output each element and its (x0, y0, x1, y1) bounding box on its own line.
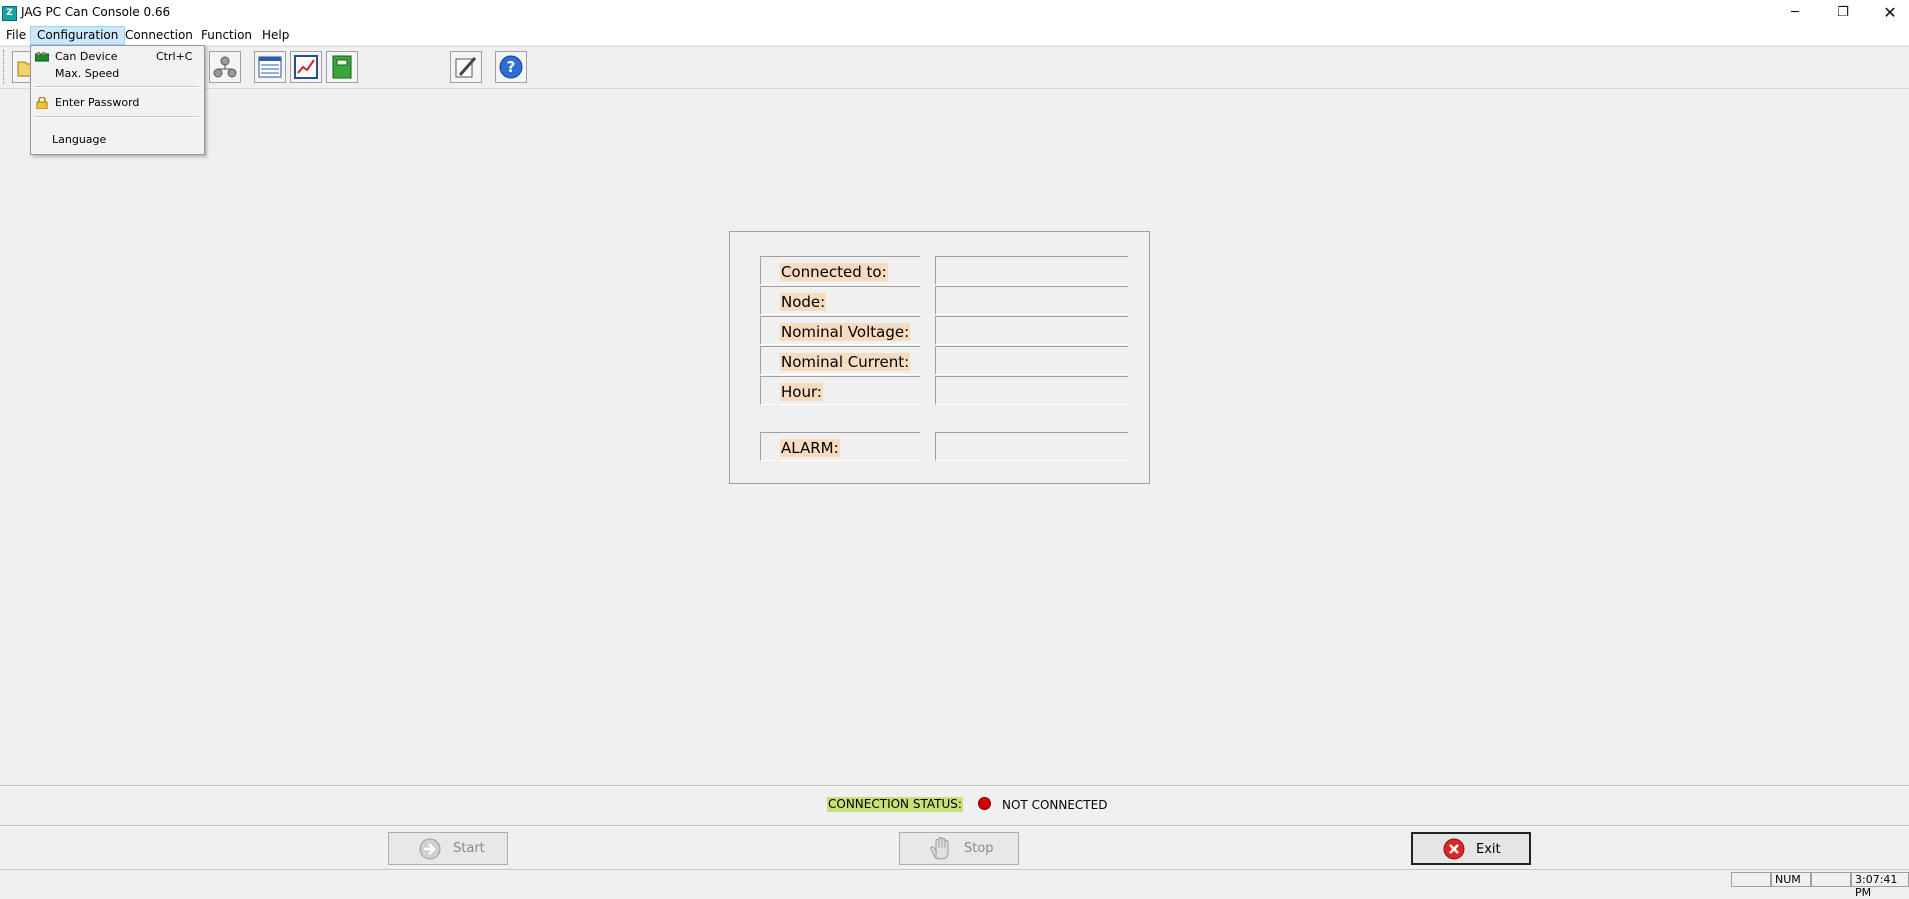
lock-icon (36, 97, 48, 109)
help-icon: ? (499, 55, 523, 79)
network-nodes-icon (213, 56, 237, 78)
connected-to-label: Connected to: (780, 263, 888, 281)
menu-configuration[interactable]: Configuration (30, 26, 126, 45)
configuration-dropdown: Can Device Ctrl+C Max. Speed Enter Passw… (30, 45, 205, 155)
hour-value (935, 376, 1128, 405)
connected-to-value (935, 256, 1128, 285)
node-row: Node: (760, 286, 920, 315)
menu-help[interactable]: Help (256, 27, 295, 44)
toolbar-grip[interactable] (3, 50, 7, 84)
node-label: Node: (780, 293, 827, 311)
divider (0, 825, 1909, 827)
status-pane-scroll (1811, 872, 1851, 887)
menu-separator (35, 116, 199, 118)
title-bar: Z JAG PC Can Console 0.66 ─ ❐ ✕ (0, 0, 1909, 25)
nominal-current-value (935, 346, 1128, 375)
connection-status-text: NOT CONNECTED (1002, 798, 1108, 812)
device-info-panel: Connected to: Node: Nominal Voltage: Nom… (729, 231, 1150, 484)
svg-text:?: ? (507, 58, 516, 76)
status-pane-caps (1731, 872, 1771, 887)
can-device-icon (35, 52, 49, 62)
max-speed-label: Max. Speed (55, 67, 120, 80)
nominal-voltage-label: Nominal Voltage: (780, 323, 911, 341)
nominal-voltage-row: Nominal Voltage: (760, 316, 920, 345)
stop-button[interactable]: Stop (899, 832, 1019, 865)
network-nodes-button[interactable] (209, 51, 241, 83)
connection-status-label: CONNECTION STATUS: (827, 797, 963, 812)
app-logo-icon: Z (2, 6, 17, 21)
restore-button[interactable]: ❐ (1820, 0, 1866, 25)
can-device-shortcut: Ctrl+C (156, 50, 193, 63)
stop-hand-icon (930, 837, 949, 860)
list-window-button[interactable] (254, 51, 286, 83)
green-book-button[interactable] (326, 51, 358, 83)
alarm-row: ALARM: (760, 432, 920, 461)
status-pane-time: 3:07:41 PM (1851, 872, 1909, 899)
close-button[interactable]: ✕ (1867, 0, 1909, 25)
menu-item-language[interactable]: Language (31, 131, 204, 149)
start-arrow-icon (419, 838, 441, 860)
menu-connection[interactable]: Connection (119, 27, 199, 44)
stop-label: Stop (964, 841, 994, 856)
green-book-icon (332, 55, 352, 79)
alarm-value (935, 432, 1128, 461)
menu-item-max-speed[interactable]: Max. Speed (31, 65, 204, 83)
help-button[interactable]: ? (495, 51, 527, 83)
menu-file[interactable]: File (0, 27, 32, 44)
menu-item-enter-password[interactable]: Enter Password (31, 94, 204, 112)
divider (0, 785, 1909, 787)
exit-x-icon (1443, 838, 1465, 860)
chart-button[interactable] (290, 51, 322, 83)
chart-icon (294, 55, 318, 79)
nominal-voltage-value (935, 316, 1128, 345)
enter-password-label: Enter Password (55, 96, 140, 109)
nominal-current-row: Nominal Current: (760, 346, 920, 375)
edit-pencil-icon (455, 57, 477, 78)
status-pane-num: NUM (1771, 872, 1811, 887)
menu-item-can-device[interactable]: Can Device Ctrl+C (31, 48, 204, 66)
hour-label: Hour: (780, 383, 823, 401)
start-label: Start (453, 841, 485, 856)
connected-to-row: Connected to: (760, 256, 920, 285)
status-bar: NUM 3:07:41 PM (0, 869, 1909, 899)
menu-function[interactable]: Function (195, 27, 258, 44)
menu-separator (35, 86, 199, 88)
exit-button[interactable]: Exit (1411, 832, 1531, 865)
toolbar: ? (0, 46, 1909, 89)
minimize-button[interactable]: ─ (1772, 0, 1818, 25)
edit-button[interactable] (450, 51, 482, 83)
can-device-label: Can Device (55, 50, 118, 63)
node-value (935, 286, 1128, 315)
list-window-icon (258, 56, 282, 78)
exit-label: Exit (1476, 842, 1501, 857)
start-button[interactable]: Start (388, 832, 508, 865)
hour-row: Hour: (760, 376, 920, 405)
connection-indicator-icon (978, 797, 991, 810)
menu-bar: File Configuration Connection Function H… (0, 25, 1909, 45)
nominal-current-label: Nominal Current: (780, 353, 911, 371)
window-title: JAG PC Can Console 0.66 (21, 5, 171, 19)
language-label: Language (52, 133, 107, 146)
alarm-label: ALARM: (780, 439, 840, 457)
